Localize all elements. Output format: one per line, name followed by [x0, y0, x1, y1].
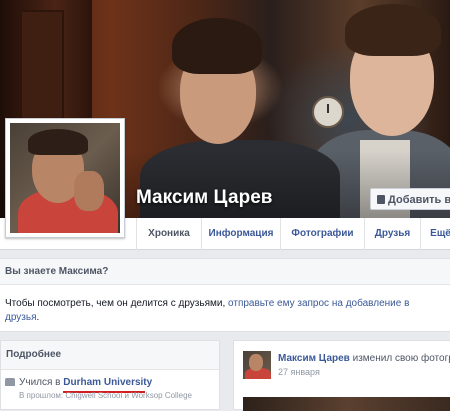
- about-title: Подробнее: [1, 341, 219, 370]
- education-icon: [5, 378, 15, 386]
- do-you-know-title: Вы знаете Максима?: [0, 259, 450, 285]
- tab-friends[interactable]: Друзья: [364, 218, 420, 250]
- profile-picture-image: [10, 123, 120, 233]
- cover-background-detail: [20, 10, 64, 124]
- about-box: Подробнее Учился в Durham University В п…: [0, 340, 220, 410]
- post-author-link[interactable]: Максим Царев: [278, 353, 350, 364]
- post-avatar[interactable]: [243, 351, 271, 379]
- education-line: Учился в Durham University: [5, 377, 152, 388]
- cover-person-right-hair: [345, 4, 441, 56]
- tab-photos[interactable]: Фотографии: [280, 218, 364, 250]
- add-friend-label: Добавить в д: [388, 194, 450, 206]
- post-avatar-face: [249, 354, 263, 371]
- do-you-know-box: Вы знаете Максима? Чтобы посмотреть, чем…: [0, 258, 450, 332]
- post-action: изменил свою фотограф: [352, 353, 450, 364]
- cover-person-left-hair: [172, 18, 262, 74]
- tab-timeline[interactable]: Хроника: [136, 218, 201, 250]
- do-you-know-message: Чтобы посмотреть, чем он делится с друзь…: [5, 298, 229, 309]
- profile-picture[interactable]: [5, 118, 125, 238]
- timeline-post: Максим Царев изменил свою фотограф 27 ян…: [233, 340, 450, 411]
- past-schools: В прошлом: Chigwell School и Worksop Col…: [19, 391, 192, 400]
- do-you-know-text: Чтобы посмотреть, чем он делится с друзь…: [5, 297, 445, 325]
- education-prefix: Учился в: [19, 377, 64, 388]
- cover-clock: [312, 96, 344, 128]
- add-friend-button[interactable]: Добавить в д: [370, 188, 450, 210]
- profile-name[interactable]: Максим Царев: [136, 187, 272, 209]
- avatar-hand: [74, 171, 104, 211]
- tab-info[interactable]: Информация: [201, 218, 280, 250]
- post-photo[interactable]: [243, 397, 450, 411]
- do-you-know-end: .: [36, 312, 40, 323]
- avatar-hair: [28, 129, 88, 155]
- university-link[interactable]: Durham University: [63, 377, 152, 388]
- post-header: Максим Царев изменил свою фотограф: [278, 353, 450, 364]
- add-friend-icon: [377, 195, 385, 204]
- tab-more[interactable]: Ещё: [420, 218, 450, 250]
- post-date[interactable]: 27 января: [278, 367, 320, 377]
